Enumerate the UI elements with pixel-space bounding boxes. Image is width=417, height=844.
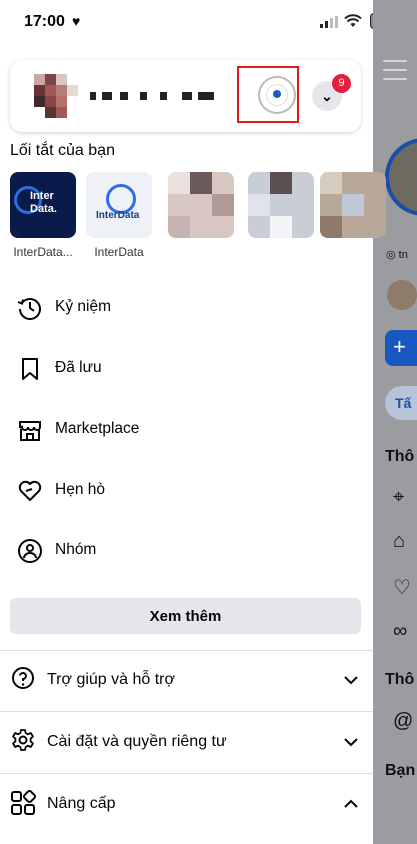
chevron-up-icon (344, 799, 358, 808)
menu-label: Marketplace (55, 420, 140, 437)
contact-heading: Thô (385, 671, 415, 688)
see-more-button[interactable]: Xem thêm (10, 598, 361, 634)
shortcut-blurred-2[interactable] (248, 172, 314, 245)
groups-icon (18, 539, 42, 563)
storefront-icon (19, 421, 41, 441)
menu-label: Đã lưu (55, 359, 102, 376)
shortcuts-row: Inter Data. InterData... InterData InterD… (10, 172, 386, 262)
background-profile-panel[interactable]: ◎ tn + Tấ Thô ⌖ ⌂ ♡ ∞ Thô @ Bạn (373, 0, 417, 844)
friend-avatar (387, 280, 417, 310)
chevron-down-icon (344, 738, 358, 747)
home-icon: ⌂ (393, 530, 406, 552)
switch-account-button[interactable] (258, 76, 296, 114)
help-icon (12, 667, 34, 689)
shortcuts-title: Lối tắt của bạn (10, 142, 115, 159)
shortcut-label: InterData (94, 245, 144, 259)
menu-item-groups[interactable]: Nhóm (16, 531, 356, 571)
accordion-label: Cài đặt và quyền riêng tư (47, 733, 227, 750)
menu-label: Nhóm (55, 541, 97, 558)
interdata-logo-icon: InterData (86, 172, 152, 238)
hamburger-menu-icon[interactable] (383, 60, 407, 87)
shortcut-label: InterData... (13, 245, 73, 259)
cellular-signal-icon (320, 16, 338, 28)
rings-icon: ∞ (393, 620, 408, 642)
divider (0, 773, 373, 774)
menu-item-marketplace[interactable]: Marketplace (16, 410, 356, 450)
heart-icon (18, 480, 42, 501)
shortcut-interdata[interactable]: InterData InterData (86, 172, 152, 259)
accordion-label: Nâng cấp (47, 795, 116, 812)
wifi-icon (344, 14, 362, 27)
shortcut-blurred-1[interactable] (168, 172, 234, 245)
tab-all[interactable]: Tấ (385, 386, 417, 420)
blurred-thumbnail (168, 172, 234, 238)
accordion-settings[interactable]: Cài đặt và quyền riêng tư (0, 714, 373, 770)
divider (0, 650, 373, 651)
accordion-label: Trợ giúp và hỗ trợ (47, 671, 175, 688)
shortcut-interdata-page[interactable]: Inter Data. InterData... (10, 172, 76, 259)
profile-name-redacted (90, 88, 220, 100)
menu-label: Kỷ niệm (55, 298, 111, 315)
accordion-upgrade[interactable]: Nâng cấp (0, 776, 373, 832)
blurred-thumbnail (320, 172, 386, 238)
apps-grid-icon (11, 790, 36, 815)
menu-item-dating[interactable]: Hẹn hò (16, 471, 356, 511)
profile-card[interactable]: ⌄ 9 (10, 60, 361, 132)
background-avatar (385, 138, 417, 216)
clock: 17:00 (24, 13, 65, 30)
interdata-logo-icon: Inter Data. (10, 172, 76, 238)
relationship-icon: ♡ (393, 577, 411, 599)
divider (0, 711, 373, 712)
about-heading: Thô (385, 448, 415, 465)
menu-item-memories[interactable]: Kỷ niệm (16, 288, 356, 328)
add-button[interactable]: + (385, 330, 417, 366)
bookmark-icon (22, 358, 38, 380)
shortcut-blurred-3[interactable] (320, 172, 386, 245)
at-icon: @ (393, 710, 414, 732)
menu-item-saved[interactable]: Đã lưu (16, 349, 356, 389)
blurred-thumbnail (248, 172, 314, 238)
gear-icon (12, 729, 34, 751)
accordion-help[interactable]: Trợ giúp và hỗ trợ (0, 652, 373, 708)
instagram-link[interactable]: ◎ tn (386, 248, 408, 261)
notification-badge: 9 (331, 73, 352, 94)
location-icon: ⌖ (393, 486, 405, 508)
status-bar: 17:00 ♥ 45 (0, 0, 417, 44)
clock-history-icon (17, 298, 41, 320)
interdata-logo-icon (267, 85, 287, 105)
heart-icon: ♥ (72, 13, 81, 29)
chevron-down-icon (344, 676, 358, 685)
menu-label: Hẹn hò (55, 481, 105, 498)
friends-heading: Bạn (385, 762, 416, 779)
avatar[interactable] (34, 74, 78, 118)
